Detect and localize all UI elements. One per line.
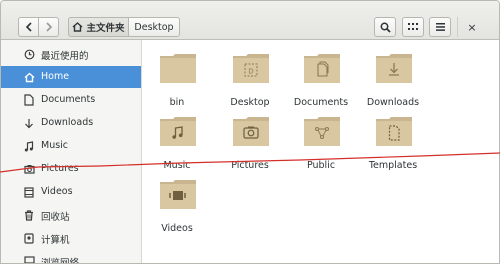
view-mode-button[interactable] [402,17,424,37]
folder-item-downloads[interactable]: Downloads [361,46,425,108]
document-icon [22,93,36,107]
toolbar-separator [457,17,458,37]
folder-item-desktop[interactable]: D Desktop [218,46,282,108]
file-grid: bin D Desktop Documents Downloads Music … [142,40,499,263]
folder-label: Videos [161,223,193,234]
downloads-folder-icon [376,54,412,83]
sidebar-item-home[interactable]: Home [1,66,141,88]
search-icon [380,22,391,33]
home-icon [73,22,83,32]
music-folder-icon [160,117,196,146]
folder-label: Music [163,160,191,171]
breadcrumb-home[interactable]: 主文件夹 [68,17,129,37]
sidebar-item-label: Downloads [41,117,94,128]
home-icon [22,70,36,84]
film-icon [22,185,36,199]
breadcrumb-desktop-label: Desktop [134,21,174,33]
breadcrumb-desktop[interactable]: Desktop [128,17,180,37]
camera-icon [22,162,36,176]
sidebar-item-pictures[interactable]: Pictures [1,158,141,180]
sidebar-item-music[interactable]: Music [1,135,141,157]
sidebar-item-documents[interactable]: Documents [1,89,141,111]
breadcrumb-home-label: 主文件夹 [86,23,125,34]
clock-icon [22,47,36,61]
sidebar-item-label: Music [41,140,69,151]
forward-button[interactable] [38,17,59,37]
sidebar-item-label: 回收站 [41,212,70,223]
header-bar: 主文件夹 Desktop × [1,1,499,40]
svg-text:D: D [248,68,253,76]
sidebar: 最近使用的 Home Documents Downloads Music Pic… [1,40,142,263]
templates-folder-icon [376,117,412,146]
sidebar-item-videos[interactable]: Videos [1,181,141,203]
folder-item-public[interactable]: Public [289,109,353,171]
hamburger-menu-icon [435,23,445,31]
documents-folder-icon [304,54,340,83]
sidebar-item-label: Home [41,71,70,82]
folder-label: Downloads [366,97,420,108]
file-manager-window: 主文件夹 Desktop × 最近使用的 Home Documents Down… [0,0,500,264]
music-note-icon [22,139,36,153]
sidebar-item-label: Documents [41,94,96,105]
desktop-folder-icon: D [233,54,269,83]
sidebar-item-label: Pictures [41,163,79,174]
sidebar-item-recent[interactable]: 最近使用的 [1,43,141,65]
folder-icon [160,54,196,83]
chevron-right-icon [45,22,52,32]
folder-label: Templates [368,160,418,171]
sidebar-item-trash[interactable]: 回收站 [1,204,141,226]
folder-item-templates[interactable]: Templates [361,109,425,171]
close-icon: × [467,20,477,34]
download-arrow-icon [22,116,36,130]
sidebar-item-network[interactable]: 浏览网络 [1,250,141,263]
sidebar-item-label: 最近使用的 [41,51,89,62]
sidebar-item-label: Videos [41,186,73,197]
folder-item-bin[interactable]: bin [145,46,209,108]
videos-folder-icon [160,180,196,209]
grid-view-icon [408,23,418,30]
trash-icon [22,208,36,222]
folder-item-videos[interactable]: Videos [145,172,209,234]
drive-icon [22,231,36,245]
sidebar-item-downloads[interactable]: Downloads [1,112,141,134]
sidebar-item-computer[interactable]: 计算机 [1,227,141,249]
search-button[interactable] [374,17,396,37]
chevron-left-icon [25,22,32,32]
close-button[interactable]: × [463,17,481,37]
sidebar-item-label: 计算机 [41,235,70,246]
folder-item-pictures[interactable]: Pictures [218,109,282,171]
back-button[interactable] [18,17,39,37]
folder-label: bin [169,97,185,108]
folder-item-documents[interactable]: Documents [289,46,353,108]
menu-button[interactable] [429,17,451,37]
public-folder-icon [304,117,340,146]
pictures-folder-icon [233,117,269,146]
folder-item-music[interactable]: Music [145,109,209,171]
